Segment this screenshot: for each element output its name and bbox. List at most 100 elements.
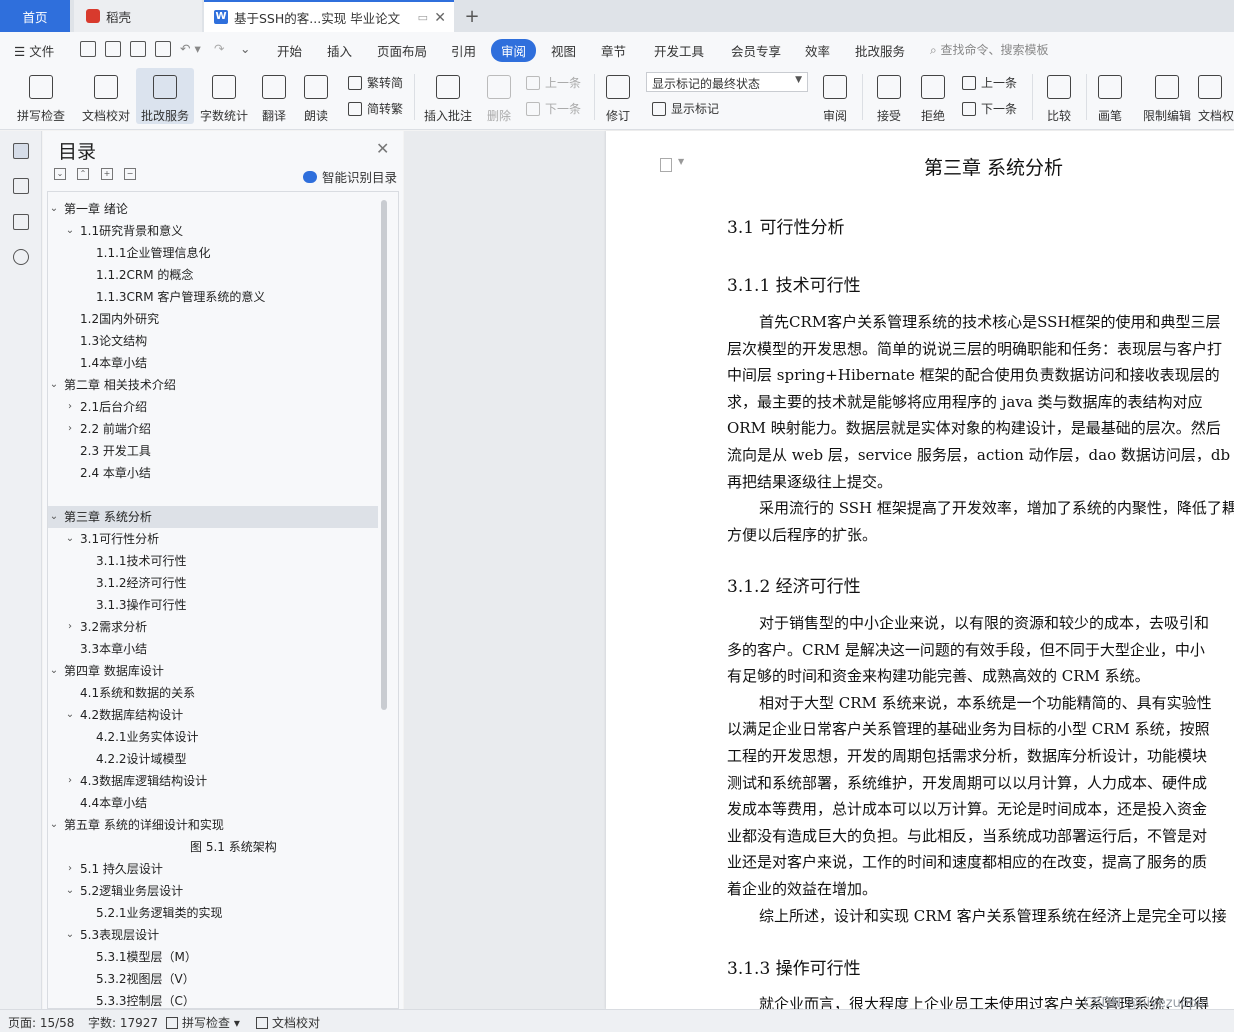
customize-quickbar-icon[interactable]: ⌄ <box>240 41 250 56</box>
toc-item[interactable]: ⌄ 第三章 系统分析 <box>48 506 378 528</box>
tab-daoke[interactable]: 稻壳 <box>74 0 202 32</box>
chevron-down-icon[interactable]: ⌄ <box>64 220 76 242</box>
chevron-down-icon[interactable]: ⌄ <box>48 506 60 528</box>
undo-icon[interactable]: ↶ ▾ <box>180 41 201 56</box>
toc-item[interactable]: 3.1.2经济可行性 <box>48 572 378 594</box>
toc-item[interactable]: 2.4 本章小结 <box>48 462 378 484</box>
smart-toc-button[interactable]: 智能识别目录 <box>303 167 397 186</box>
bookmark-icon[interactable] <box>13 214 29 230</box>
toc-item[interactable]: ⌄ 第二章 相关技术介绍 <box>48 374 378 396</box>
read-aloud-button[interactable]: 朗读 <box>300 68 332 124</box>
chevron-right-icon[interactable]: › <box>64 858 76 880</box>
toc-item[interactable]: 4.2.2设计域模型 <box>48 748 378 770</box>
toc-item[interactable]: 2.3 开发工具 <box>48 440 378 462</box>
toc-item[interactable]: ⌄ 5.2逻辑业务层设计 <box>48 880 378 902</box>
toc-item[interactable]: 5.3.3控制层（C） <box>48 990 378 1008</box>
close-icon[interactable]: ✕ <box>376 139 389 158</box>
toc-item[interactable]: 4.2.1业务实体设计 <box>48 726 378 748</box>
correction-service-button[interactable]: 批改服务 <box>136 68 194 124</box>
save-icon[interactable] <box>80 41 96 57</box>
chevron-right-icon[interactable]: › <box>64 396 76 418</box>
document-page[interactable]: ▼ 第三章 系统分析 3.1 可行性分析 3.1.1 技术可行性 首先CRM客户… <box>606 131 1234 1009</box>
toc-item[interactable]: ⌄ 4.2数据库结构设计 <box>48 704 378 726</box>
pen-button[interactable]: 画笔 <box>1094 68 1126 124</box>
prev-change-button[interactable]: 上一条 <box>962 74 1017 91</box>
toc-scrollbar[interactable] <box>381 200 387 710</box>
menu-start[interactable]: 开始 <box>277 41 302 60</box>
word-count-indicator[interactable]: 字数: 17927 <box>88 1014 158 1031</box>
command-search[interactable]: ⌕ 查找命令、搜索模板 <box>930 41 1049 58</box>
tab-home[interactable]: 首页 <box>0 0 70 32</box>
tab-document[interactable]: W 基于SSH的客...实现 毕业论文 ▭ ✕ <box>204 0 454 32</box>
print-icon[interactable] <box>130 41 146 57</box>
file-menu[interactable]: ☰ 文件 <box>14 41 54 60</box>
toc-item[interactable]: 5.3.2视图层（V） <box>48 968 378 990</box>
review-pane-button[interactable]: 审阅 <box>816 68 854 124</box>
new-tab-button[interactable]: + <box>460 0 484 32</box>
menu-devtools[interactable]: 开发工具 <box>654 41 704 60</box>
toc-item[interactable]: 4.4本章小结 <box>48 792 378 814</box>
remove-icon[interactable]: − <box>124 168 136 180</box>
chevron-down-icon[interactable]: ⌄ <box>48 814 60 836</box>
word-count-button[interactable]: 字数统计 <box>198 68 250 124</box>
toc-item[interactable]: 1.2国内外研究 <box>48 308 378 330</box>
track-changes-button[interactable]: 修订 <box>600 68 636 124</box>
chevron-down-icon[interactable]: ⌄ <box>64 528 76 550</box>
show-markup-button[interactable]: 显示标记 <box>652 100 719 117</box>
menu-reference[interactable]: 引用 <box>451 41 476 60</box>
toc-item[interactable]: › 2.1后台介绍 <box>48 396 378 418</box>
preview-icon[interactable] <box>155 41 171 57</box>
toc-pane-icon[interactable] <box>13 143 29 159</box>
toc-item[interactable]: 1.1.1企业管理信息化 <box>48 242 378 264</box>
compare-button[interactable]: 比较 <box>1040 68 1078 124</box>
toc-item[interactable]: › 2.2 前端介绍 <box>48 418 378 440</box>
toc-item[interactable]: 5.3.1模型层（M） <box>48 946 378 968</box>
chapter-nav-icon[interactable] <box>13 178 29 194</box>
chevron-down-icon[interactable]: ⌄ <box>48 660 60 682</box>
menu-correction[interactable]: 批改服务 <box>855 41 905 60</box>
doc-proof-button[interactable]: 文档校对 <box>80 68 132 124</box>
expand-icon[interactable]: ⌃ <box>77 168 89 180</box>
toc-item[interactable]: ⌄ 第四章 数据库设计 <box>48 660 378 682</box>
reject-button[interactable]: 拒绝 <box>914 68 952 124</box>
simp-to-trad-button[interactable]: 简转繁 <box>348 100 403 117</box>
proof-status[interactable]: 文档校对 <box>256 1014 320 1031</box>
toc-item[interactable]: 1.1.2CRM 的概念 <box>48 264 378 286</box>
export-icon[interactable] <box>105 41 121 57</box>
chevron-right-icon[interactable]: › <box>64 418 76 440</box>
trad-to-simp-button[interactable]: 繁转简 <box>348 74 403 91</box>
next-change-button[interactable]: 下一条 <box>962 100 1017 117</box>
toc-item[interactable]: ⌄ 1.1研究背景和意义 <box>48 220 378 242</box>
toc-item[interactable]: 5.2.1业务逻辑类的实现 <box>48 902 378 924</box>
spellcheck-status[interactable]: 拼写检查 ▾ <box>166 1014 240 1031</box>
toc-item[interactable]: 1.3论文结构 <box>48 330 378 352</box>
chevron-right-icon[interactable]: › <box>64 770 76 792</box>
toc-item[interactable]: ⌄ 第一章 绪论 <box>48 198 378 220</box>
toc-item[interactable]: ⌄ 5.3表现层设计 <box>48 924 378 946</box>
search-icon[interactable] <box>13 249 29 265</box>
insert-comment-button[interactable]: 插入批注 <box>422 68 474 124</box>
toc-item[interactable]: ⌄ 第五章 系统的详细设计和实现 <box>48 814 378 836</box>
chevron-down-icon[interactable]: ⌄ <box>64 880 76 902</box>
window-icon[interactable]: ▭ <box>418 11 428 24</box>
chevron-down-icon[interactable]: ⌄ <box>64 924 76 946</box>
doc-permission-button[interactable]: 文档权 <box>1198 68 1234 124</box>
toc-item[interactable]: 4.1系统和数据的关系 <box>48 682 378 704</box>
next-comment-button[interactable]: 下一条 <box>526 100 581 117</box>
chevron-down-icon[interactable]: ⌄ <box>64 704 76 726</box>
markup-state-select[interactable]: 显示标记的最终状态 ▼ <box>646 72 808 92</box>
menu-view[interactable]: 视图 <box>551 41 576 60</box>
translate-button[interactable]: 翻译 <box>256 68 292 124</box>
collapse-icon[interactable]: ⌄ <box>54 168 66 180</box>
accept-button[interactable]: 接受 <box>870 68 908 124</box>
menu-insert[interactable]: 插入 <box>327 41 352 60</box>
add-icon[interactable]: + <box>101 168 113 180</box>
chevron-right-icon[interactable]: › <box>64 616 76 638</box>
menu-chapter[interactable]: 章节 <box>601 41 626 60</box>
restrict-edit-button[interactable]: 限制编辑 <box>1140 68 1194 124</box>
spellcheck-button[interactable]: 拼写检查 <box>10 68 72 124</box>
menu-layout[interactable]: 页面布局 <box>377 41 427 60</box>
prev-comment-button[interactable]: 上一条 <box>526 74 581 91</box>
delete-comment-button[interactable]: 删除 <box>480 68 518 124</box>
menu-review[interactable]: 审阅 <box>491 39 537 62</box>
